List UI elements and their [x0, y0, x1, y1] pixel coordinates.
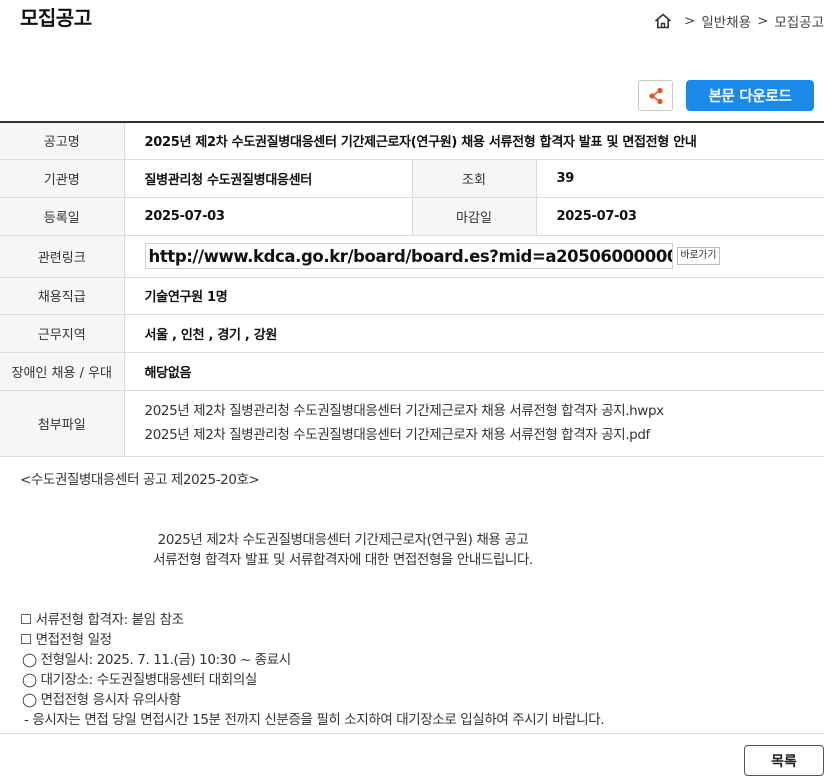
deadline-value: 2025-07-03 — [536, 197, 824, 236]
table-row: 공고명 2025년 제2차 수도권질병대응센터 기간제근로자(연구원) 채용 서… — [0, 122, 824, 160]
notice-number: <수도권질병대응센터 공고 제2025-20호> — [20, 472, 260, 488]
list-item: ◯ 전형일시: 2025. 7. 11.(금) 10:30 ~ 종료시 — [22, 652, 291, 668]
list-item: ☐ 면접전형 일정 — [20, 632, 112, 648]
attachment-link-hwpx[interactable]: 2025년 제2차 질병관리청 수도권질병대응센터 기간제근로자 채용 서류전형… — [145, 399, 824, 423]
info-table: 공고명 2025년 제2차 수도권질병대응센터 기간제근로자(연구원) 채용 서… — [0, 121, 824, 457]
breadcrumb-item-recruitment[interactable]: 모집공고 — [774, 11, 824, 31]
attachments-list: 2025년 제2차 질병관리청 수도권질병대응센터 기간제근로자 채용 서류전형… — [124, 390, 824, 457]
list-item: ◯ 대기장소: 수도권질병대응센터 대회의실 — [22, 672, 257, 688]
go-link-button[interactable]: 바로가기 — [676, 247, 721, 265]
breadcrumb-item-general-hiring[interactable]: 일반채용 — [701, 11, 751, 31]
attachments-label: 첨부파일 — [0, 390, 125, 457]
table-row: 기관명 질병관리청 수도권질병대응센터 조회 39 — [0, 159, 824, 198]
announcement-heading: 2025년 제2차 수도권질병대응센터 기간제근로자(연구원) 채용 공고 — [157, 532, 529, 548]
link-cell: http://www.kdca.go.kr/board/board.es?mid… — [124, 235, 824, 278]
table-row: 첨부파일 2025년 제2차 질병관리청 수도권질병대응센터 기간제근로자 채용… — [0, 390, 824, 457]
list-item: ◯ 면접전형 응시자 유의사항 — [22, 692, 181, 708]
disabled-hiring-value: 해당없음 — [124, 352, 824, 391]
region-value: 서울 , 인천 , 경기 , 강원 — [124, 314, 824, 353]
page-title: 모집공고 — [20, 6, 92, 30]
reg-date-label: 등록일 — [0, 197, 125, 236]
table-row: 근무지역 서울 , 인천 , 경기 , 강원 — [0, 314, 824, 353]
list-item: ☐ 서류전형 합격자: 붙임 참조 — [20, 612, 184, 628]
views-value: 39 — [536, 159, 824, 198]
org-label: 기관명 — [0, 159, 125, 198]
breadcrumb-separator: > — [684, 13, 696, 29]
download-button[interactable]: 본문 다운로드 — [686, 80, 814, 111]
title-label: 공고명 — [0, 122, 125, 160]
table-row: 장애인 채용 / 우대 해당없음 — [0, 352, 824, 391]
share-button[interactable] — [638, 80, 673, 111]
related-link[interactable]: http://www.kdca.go.kr/board/board.es?mid… — [144, 243, 673, 269]
divider — [0, 733, 824, 734]
share-icon — [648, 87, 663, 104]
region-label: 근무지역 — [0, 314, 125, 353]
table-row: 관련링크 http://www.kdca.go.kr/board/board.e… — [0, 235, 824, 278]
breadcrumb-separator: > — [757, 13, 769, 29]
list-button[interactable]: 목록 — [744, 745, 824, 776]
job-value: 기술연구원 1명 — [124, 277, 824, 315]
views-label: 조회 — [411, 159, 537, 198]
deadline-label: 마감일 — [411, 197, 537, 236]
title-value: 2025년 제2차 수도권질병대응센터 기간제근로자(연구원) 채용 서류전형 … — [124, 122, 824, 160]
list-item: - 응시자는 면접 당일 면접시간 15분 전까지 신분증을 필히 소지하여 대… — [24, 712, 605, 728]
reg-date-value: 2025-07-03 — [124, 197, 412, 236]
table-row: 채용직급 기술연구원 1명 — [0, 277, 824, 315]
link-label: 관련링크 — [0, 235, 125, 278]
announcement-subheading: 서류전형 합격자 발표 및 서류합격자에 대한 면접전형을 안내드립니다. — [153, 552, 533, 568]
attachment-link-pdf[interactable]: 2025년 제2차 질병관리청 수도권질병대응센터 기간제근로자 채용 서류전형… — [145, 423, 824, 447]
breadcrumb: > 일반채용 > 모집공고 — [654, 11, 824, 31]
job-label: 채용직급 — [0, 277, 125, 315]
org-value: 질병관리청 수도권질병대응센터 — [124, 159, 412, 198]
disabled-hiring-label: 장애인 채용 / 우대 — [0, 352, 125, 391]
table-row: 등록일 2025-07-03 마감일 2025-07-03 — [0, 197, 824, 236]
home-icon[interactable] — [654, 13, 672, 29]
